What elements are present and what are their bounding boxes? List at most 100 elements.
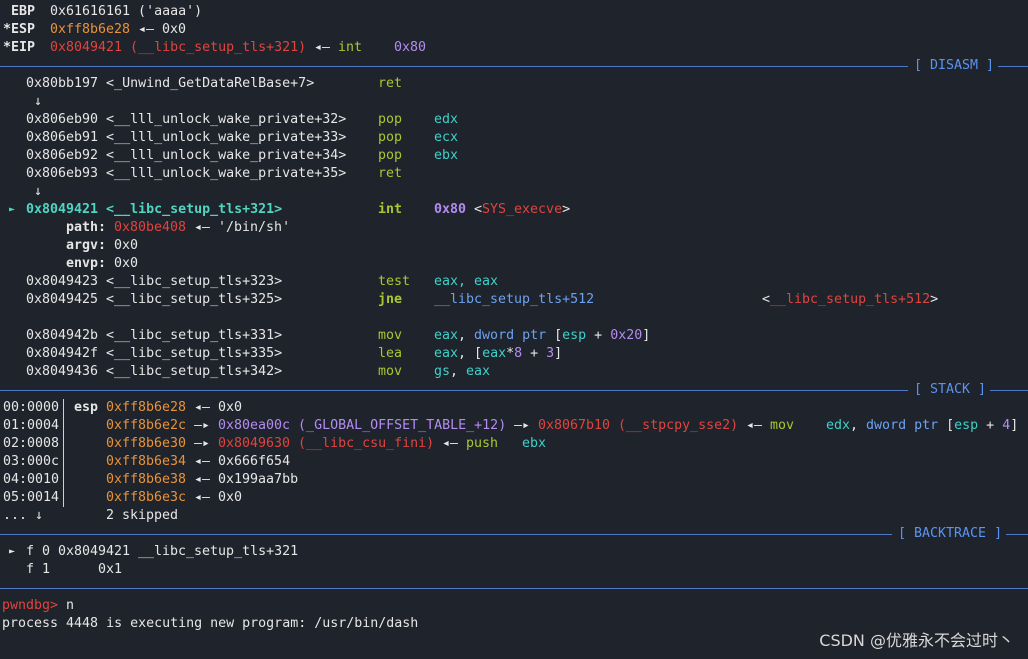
disasm-operands: edx xyxy=(434,112,459,127)
register-operand: 0x80 xyxy=(394,40,427,55)
stack-row: 04:0010 0xff8b6e38 ◂— 0x199aa7bb xyxy=(0,471,1028,489)
backtrace-separator xyxy=(0,534,892,535)
stack-skipped-count: 2 skipped xyxy=(106,508,179,523)
disasm-jump-arrow: ↓ xyxy=(0,183,1028,201)
register-esp: * ESP 0xff8b6e28 ◂— 0x0 xyxy=(0,21,1028,39)
stack-address: 0xff8b6e3c xyxy=(106,490,187,505)
stack-index: 02:0008 xyxy=(3,436,60,451)
stack-separator xyxy=(0,390,908,391)
watermark: CSDN @优雅永不会过时丶 xyxy=(819,631,1014,650)
stack-address: 0xff8b6e38 xyxy=(106,472,187,487)
disasm-operands: eax, dword ptr [esp + 0x20] xyxy=(434,328,651,343)
disasm-address: 0x804942f <__libc_setup_tls+335> xyxy=(26,346,283,361)
stack-pointer: 0x8067b10 (__stpcpy_sse2) xyxy=(538,418,739,433)
disasm-header: [ DISASM ] xyxy=(914,58,995,73)
disasm-operands: ebx xyxy=(434,148,459,163)
syscall-arg-name: envp: xyxy=(66,256,107,271)
disasm-mnemonic: pop xyxy=(378,148,403,163)
stack-value: ◂— 0x666f654 xyxy=(186,454,291,469)
syscall-arg-addr: 0x80be408 xyxy=(114,220,187,235)
register-value: 0x61616161 ('aaaa') xyxy=(50,4,203,19)
disasm-address: 0x806eb92 <__lll_unlock_wake_private+34> xyxy=(26,148,347,163)
disasm-current-line: ► 0x8049421 <__libc_setup_tls+321> int 0… xyxy=(0,201,1028,219)
register-eip: * EIP 0x8049421 (__libc_setup_tls+321) ◂… xyxy=(0,39,1028,57)
stack-ellipsis: ... ↓ xyxy=(3,508,44,523)
chain-arrow-icon: —▸ xyxy=(506,418,539,433)
disasm-address: 0x8049425 <__libc_setup_tls+325> xyxy=(26,292,283,307)
stack-operands: ebx xyxy=(522,436,547,451)
stack-index: 00:0000 xyxy=(3,400,60,415)
register-mark xyxy=(3,3,11,21)
chain-arrow-icon: ◂— xyxy=(738,418,771,433)
backtrace-frame: ► f 0 0x8049421 __libc_setup_tls+321 xyxy=(0,543,1028,561)
disasm-operands: 0x80 xyxy=(434,202,467,217)
disasm-operands: ecx xyxy=(434,130,459,145)
disasm-address: 0x806eb93 <__lll_unlock_wake_private+35> xyxy=(26,166,347,181)
disasm-line: 0x806eb92 <__lll_unlock_wake_private+34>… xyxy=(0,147,1028,165)
stack-row: 01:0004 0xff8b6e2c —▸ 0x80ea00c (_GLOBAL… xyxy=(0,417,1028,435)
disasm-mnemonic: lea xyxy=(378,346,403,361)
stack-register: esp xyxy=(74,400,99,415)
disasm-line: 0x8049423 <__libc_setup_tls+323> test ea… xyxy=(0,273,1028,291)
stack-address: 0xff8b6e30 xyxy=(106,436,187,451)
register-val: 0x0 xyxy=(162,22,187,37)
stack-index: 04:0010 xyxy=(3,472,60,487)
stack-value: ◂— 0x0 xyxy=(186,490,243,505)
console-output-text: process 4448 is executing new program: /… xyxy=(2,616,419,631)
disasm-operands: eax, [eax*8 + 3] xyxy=(434,346,563,361)
current-frame-marker-icon: ► xyxy=(9,546,16,557)
stack-pointer: 0x80ea00c (_GLOBAL_OFFSET_TABLE_+12) xyxy=(218,418,507,433)
pwndbg-prompt: pwndbg> xyxy=(2,598,59,613)
disasm-operands: gs, eax xyxy=(434,364,491,379)
stack-row: 00:0000 esp 0xff8b6e28 ◂— 0x0 xyxy=(0,399,1028,417)
disasm-address: 0x8049421 <__libc_setup_tls+321> xyxy=(26,202,283,217)
disasm-mnemonic: pop xyxy=(378,130,403,145)
separator-tail xyxy=(990,390,1028,391)
stack-address: 0xff8b6e2c xyxy=(106,418,187,433)
register-addr: 0x8049421 (__libc_setup_tls+321) xyxy=(50,40,307,55)
stack-index: 03:000c xyxy=(3,454,60,469)
console-separator xyxy=(0,588,1028,589)
syscall-arg: envp: 0x0 xyxy=(0,255,1028,273)
disasm-line: 0x806eb91 <__lll_unlock_wake_private+33>… xyxy=(0,129,1028,147)
disasm-mnemonic: int xyxy=(378,202,403,217)
syscall-arg-name: path: xyxy=(66,220,107,235)
frame-number: f 0 xyxy=(26,544,51,559)
down-arrow-icon: ↓ xyxy=(34,184,43,199)
current-instruction-marker-icon: ► xyxy=(9,204,16,215)
stack-skipped: ... ↓ 2 skipped xyxy=(0,507,1028,525)
disasm-address: 0x80bb197 <_Unwind_GetDataRelBase+7> xyxy=(26,76,315,91)
disasm-line: 0x8049425 <__libc_setup_tls+325> jne __l… xyxy=(0,291,1028,309)
register-name: EIP xyxy=(11,40,36,55)
syscall-arg-name: argv: xyxy=(66,238,107,253)
stack-operands: edx, dword ptr [esp + 4] xyxy=(826,418,1019,433)
stack-pointer: 0x8049630 (__libc_csu_fini) xyxy=(218,436,435,451)
stack-row: 03:000c 0xff8b6e34 ◂— 0x666f654 xyxy=(0,453,1028,471)
console-prompt-line[interactable]: pwndbg> n xyxy=(0,597,1028,615)
backtrace-header: [ BACKTRACE ] xyxy=(898,526,1003,541)
stack-value: ◂— 0x0 xyxy=(186,400,243,415)
frame-address: 0x8049421 xyxy=(58,544,131,559)
stack-value: ◂— 0x199aa7bb xyxy=(186,472,299,487)
register-ebp: EBP 0x61616161 ('aaaa') xyxy=(0,3,1028,21)
disasm-operands: __libc_setup_tls+512 xyxy=(434,292,595,307)
disasm-operands: eax, eax xyxy=(434,274,499,289)
stack-index: 01:0004 xyxy=(3,418,60,433)
register-mark: * xyxy=(3,40,12,55)
down-arrow-icon: ↓ xyxy=(34,94,43,109)
syscall-arg: argv: 0x0 xyxy=(0,237,1028,255)
frame-number: f 1 xyxy=(26,562,51,577)
console-command[interactable]: n xyxy=(66,597,74,615)
disasm-line: 0x804942b <__libc_setup_tls+331> mov eax… xyxy=(0,327,1028,345)
register-arrow: ◂— xyxy=(306,40,339,55)
disasm-address: 0x806eb91 <__lll_unlock_wake_private+33> xyxy=(26,130,347,145)
disasm-mnemonic: mov xyxy=(378,328,403,343)
stack-instr: mov xyxy=(770,418,795,433)
jump-target: <__libc_setup_tls+512> xyxy=(762,292,939,307)
stack-row: 05:0014 0xff8b6e3c ◂— 0x0 xyxy=(0,489,1028,507)
disasm-mnemonic: mov xyxy=(378,364,403,379)
syscall-arg-value: ◂— '/bin/sh' xyxy=(186,220,291,235)
chain-arrow-icon: —▸ xyxy=(186,436,219,451)
disasm-line: 0x806eb90 <__lll_unlock_wake_private+32>… xyxy=(0,111,1028,129)
stack-address: 0xff8b6e28 xyxy=(106,400,187,415)
